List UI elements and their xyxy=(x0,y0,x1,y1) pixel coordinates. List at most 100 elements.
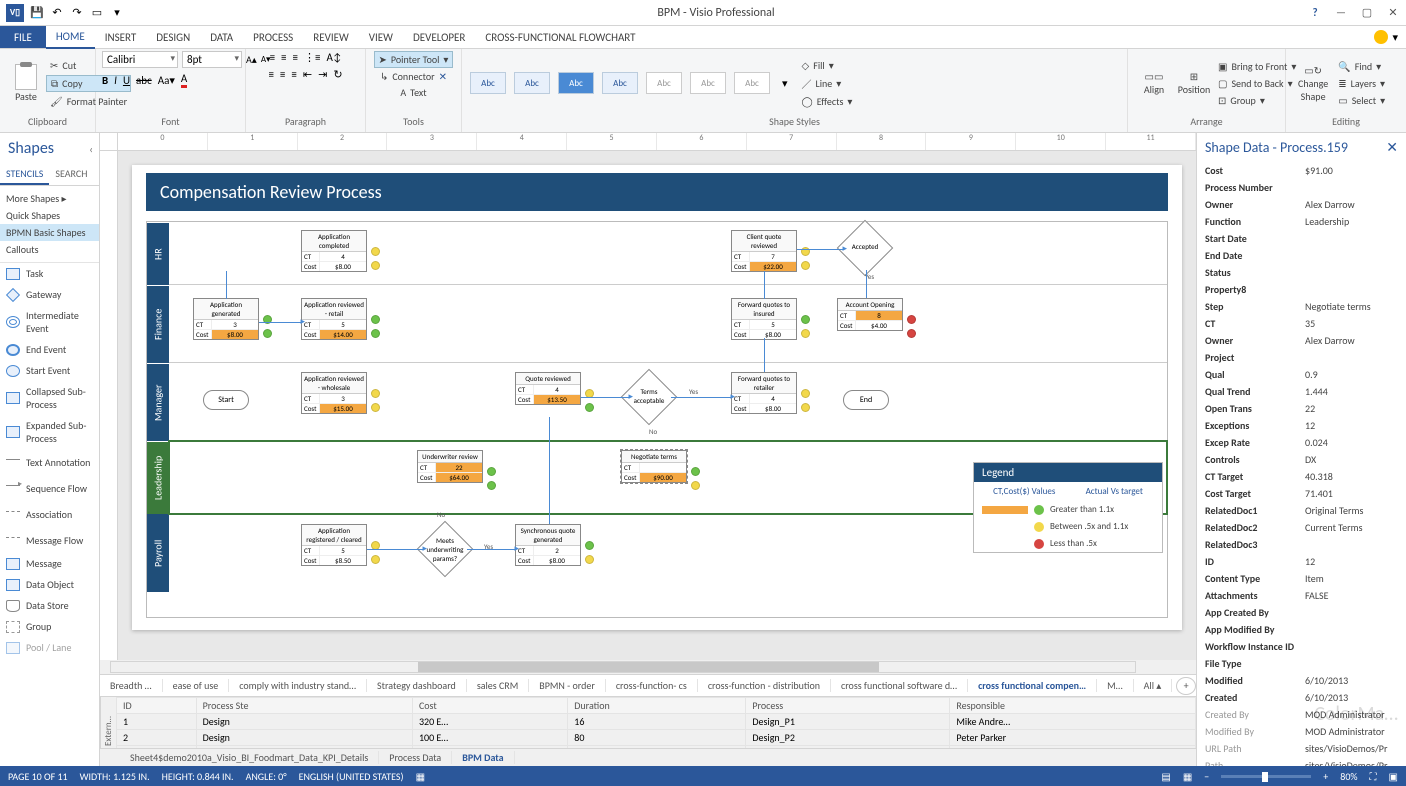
connector-tool-button[interactable]: ↳Connector✕ xyxy=(376,69,451,84)
bold-button[interactable]: B xyxy=(102,74,108,87)
box-acct-open[interactable]: Account Opening CT8 Cost$4.00 xyxy=(837,298,903,331)
font-size-combo[interactable]: 8pt xyxy=(182,51,242,68)
page-tab[interactable]: M… xyxy=(1097,679,1133,692)
stencil-quick[interactable]: Quick Shapes xyxy=(0,207,99,224)
zoom-slider[interactable] xyxy=(1221,775,1311,778)
start-event[interactable]: Start xyxy=(203,390,249,410)
redo-icon[interactable]: ↷ xyxy=(70,6,84,20)
box-underwriter[interactable]: Underwriter review CT22 Cost$64.00 xyxy=(417,450,483,483)
underline-button[interactable]: U xyxy=(123,74,130,87)
fit-page-icon[interactable]: ⛶ xyxy=(1370,770,1377,783)
pointer-tool-button[interactable]: ➤Pointer Tool▾ xyxy=(374,51,454,68)
font-name-combo[interactable]: Calibri xyxy=(102,51,178,68)
table-row[interactable]: 1Design320 E…16Design_P1Mike Andre… xyxy=(117,714,1196,730)
position-button[interactable]: ⊞Position xyxy=(1174,68,1214,98)
view-mode-icon[interactable]: ▤ xyxy=(1161,770,1170,783)
tab-design[interactable]: DESIGN xyxy=(146,26,200,48)
box-negotiate[interactable]: Negotiate terms CT Cost$90.00 xyxy=(621,450,687,483)
layers-button[interactable]: ≣Layers ▾ xyxy=(1334,76,1389,91)
more-shapes[interactable]: More Shapes ▸ xyxy=(0,190,99,207)
style-swatch[interactable]: Abc xyxy=(558,72,594,94)
shape-data-row[interactable]: Cost Target71.401 xyxy=(1197,485,1406,502)
font-color-button[interactable]: A xyxy=(181,72,187,88)
page-tab[interactable]: cross-function- cs xyxy=(606,679,698,692)
box-quote-reviewed[interactable]: Quote reviewed CT4 Cost$13.50 xyxy=(515,372,581,405)
shape-data-row[interactable]: App Modified By xyxy=(1197,621,1406,638)
rotate-icon[interactable]: ↻ xyxy=(333,68,342,81)
box-app-registered[interactable]: Application registered / cleared CT5 Cos… xyxy=(301,524,367,566)
italic-button[interactable]: I xyxy=(114,74,117,87)
shape-data-row[interactable]: StepNegotiate terms xyxy=(1197,298,1406,315)
data-table[interactable]: IDProcess SteCostDurationProcessResponsi… xyxy=(116,697,1196,748)
page-tab[interactable]: cross functional compen… xyxy=(968,679,1097,692)
indent-inc-icon[interactable]: ⇥ xyxy=(318,68,327,81)
stencil-bpmn[interactable]: BPMN Basic Shapes xyxy=(0,224,99,241)
tab-developer[interactable]: DEVELOPER xyxy=(403,26,475,48)
box-fwd-retailer[interactable]: Forward quotes to retailer CT4 Cost$8.00 xyxy=(731,372,797,414)
search-tab[interactable]: SEARCH xyxy=(49,164,93,185)
lane-manager[interactable]: Manager xyxy=(147,363,169,441)
shape-task[interactable]: Task xyxy=(0,263,99,284)
shape-data-row[interactable]: OwnerAlex Darrow xyxy=(1197,332,1406,349)
minimize-icon[interactable]: — xyxy=(1328,0,1354,26)
zoom-out-icon[interactable]: − xyxy=(1204,770,1209,783)
shape-data-row[interactable]: Process Number xyxy=(1197,179,1406,196)
zoom-in-icon[interactable]: + xyxy=(1323,770,1328,783)
shape-association[interactable]: Association xyxy=(0,501,99,527)
bullets-icon[interactable]: ⋮≡ xyxy=(304,51,320,64)
shape-data-row[interactable]: Qual Trend1.444 xyxy=(1197,383,1406,400)
save-icon[interactable]: 💾 xyxy=(30,6,44,20)
shape-seq-flow[interactable]: Sequence Flow xyxy=(0,475,99,501)
box-app-completed[interactable]: Application completed CT4 Cost$8.00 xyxy=(301,230,367,272)
align-bot-icon[interactable]: ≡ xyxy=(293,51,298,64)
shape-data-row[interactable]: ControlsDX xyxy=(1197,451,1406,468)
zoom-level[interactable]: 80% xyxy=(1340,770,1357,783)
shape-data-list[interactable]: Cost$91.00Process NumberOwnerAlex Darrow… xyxy=(1197,162,1406,766)
shape-start-event[interactable]: Start Event xyxy=(0,360,99,381)
page-tab[interactable]: sales CRM xyxy=(467,679,529,692)
tab-crossfunctional[interactable]: CROSS-FUNCTIONAL FLOWCHART xyxy=(475,26,645,48)
dg-tab[interactable]: BPM Data xyxy=(452,751,514,764)
shape-data-row[interactable]: Property8 xyxy=(1197,281,1406,298)
shape-data-row[interactable]: App Created By xyxy=(1197,604,1406,621)
shape-data-row[interactable]: Exceptions12 xyxy=(1197,417,1406,434)
legend[interactable]: Legend CT,Cost($) ValuesActual Vs target… xyxy=(973,462,1163,553)
shape-group[interactable]: Group xyxy=(0,616,99,637)
shape-data-row[interactable]: CT35 xyxy=(1197,315,1406,332)
page-tab[interactable]: Strategy dashboard xyxy=(367,679,467,692)
shape-gateway[interactable]: Gateway xyxy=(0,284,99,305)
box-fwd-insured[interactable]: Forward quotes to insured CT5 Cost$8.00 xyxy=(731,298,797,340)
tab-process[interactable]: PROCESS xyxy=(243,26,303,48)
lane-hr[interactable]: HR xyxy=(147,222,169,285)
macro-icon[interactable]: ▦ xyxy=(416,770,425,783)
style-swatch[interactable]: Abc xyxy=(734,72,770,94)
box-app-rev-retail[interactable]: Application reviewed - retail CT5 Cost$1… xyxy=(301,298,367,340)
shape-data-row[interactable]: CT Target40.318 xyxy=(1197,468,1406,485)
shape-data-row[interactable]: Open Trans22 xyxy=(1197,400,1406,417)
lane-payroll[interactable]: Payroll xyxy=(147,514,169,592)
style-gallery-more-icon[interactable]: ▾ xyxy=(782,77,788,90)
shape-data-row[interactable]: FunctionLeadership xyxy=(1197,213,1406,230)
box-client-quote[interactable]: Client quote reviewed CT7 Cost$22.00 xyxy=(731,230,797,272)
tab-review[interactable]: REVIEW xyxy=(303,26,359,48)
shape-pool[interactable]: Pool / Lane xyxy=(0,637,99,658)
drawing-page[interactable]: Compensation Review Process HR Finance M… xyxy=(132,165,1182,630)
shape-data-row[interactable]: Qual0.9 xyxy=(1197,366,1406,383)
page-tab[interactable]: BPMN - order xyxy=(529,679,606,692)
strike-button[interactable]: abc xyxy=(136,74,152,87)
shape-data-row[interactable]: Workflow Instance ID xyxy=(1197,638,1406,655)
add-page-button[interactable]: + xyxy=(1176,677,1196,695)
shape-data-row[interactable]: RelatedDoc2Current Terms xyxy=(1197,519,1406,536)
tab-data[interactable]: DATA xyxy=(200,26,243,48)
page-tab[interactable]: ease of use xyxy=(163,679,230,692)
shape-data-close-icon[interactable]: ✕ xyxy=(1386,139,1398,156)
shape-data-row[interactable]: URL Pathsites/VisioDemos/Pr xyxy=(1197,740,1406,757)
shape-data-row[interactable]: Status xyxy=(1197,264,1406,281)
shape-msg-flow[interactable]: Message Flow xyxy=(0,527,99,553)
line-button[interactable]: ／Line ▾ xyxy=(798,75,857,92)
style-swatch[interactable]: Abc xyxy=(514,72,550,94)
shape-data-row[interactable]: Excep Rate0.024 xyxy=(1197,434,1406,451)
shape-data-row[interactable]: Modified ByMOD Administrator xyxy=(1197,723,1406,740)
align-button[interactable]: ▭▭Align xyxy=(1134,68,1174,98)
tab-home[interactable]: HOME xyxy=(46,26,95,49)
